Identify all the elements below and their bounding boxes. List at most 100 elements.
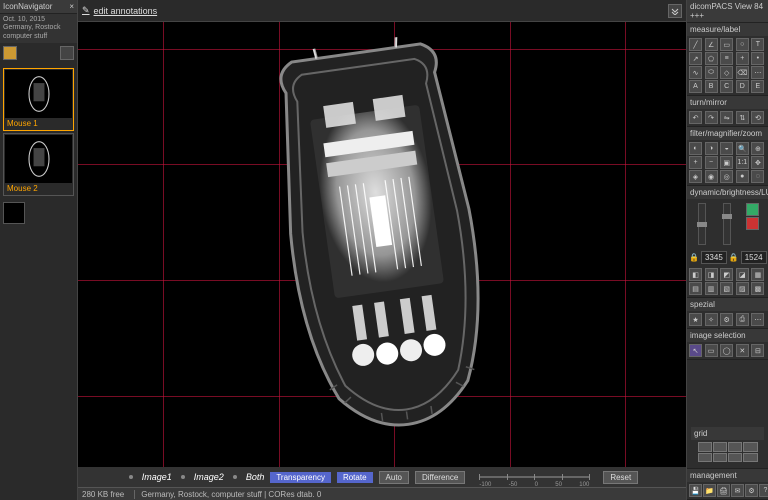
- zoom-fit-icon[interactable]: ▣: [720, 156, 733, 169]
- left-panel-header: IconNavigator ×: [0, 0, 77, 14]
- readout-left: 3345: [701, 251, 727, 264]
- tool-circle-icon[interactable]: ○: [736, 38, 749, 51]
- mgmt-5-icon[interactable]: ⚙: [745, 484, 758, 497]
- flip-h-icon[interactable]: ⇋: [720, 111, 733, 124]
- tool-c-icon[interactable]: C: [720, 80, 733, 93]
- rotate-button[interactable]: Rotate: [337, 472, 373, 483]
- select-5-icon[interactable]: ⊟: [751, 344, 764, 357]
- right-tools-panel: dicomPACS View 84 +++ measure/label ╱ ∠ …: [686, 0, 768, 500]
- filter-a-icon[interactable]: ◈: [689, 170, 702, 183]
- tab-collapse-icon[interactable]: [668, 4, 682, 18]
- tool-text-icon[interactable]: T: [751, 38, 764, 51]
- lut-4-icon[interactable]: ◪: [736, 268, 749, 281]
- thumbnail-small[interactable]: [3, 202, 25, 224]
- image1-label[interactable]: Image1: [142, 472, 172, 482]
- section-image-sel: image selection: [687, 329, 768, 342]
- difference-button[interactable]: Difference: [415, 471, 465, 484]
- tool-erase-icon[interactable]: ⌫: [736, 66, 749, 79]
- special-1-icon[interactable]: ★: [689, 313, 702, 326]
- section-measure: measure/label: [687, 23, 768, 36]
- rotate-left-icon[interactable]: ↶: [689, 111, 702, 124]
- special-3-icon[interactable]: ⚙: [720, 313, 733, 326]
- lock-icon-2[interactable]: 🔒: [729, 253, 739, 262]
- filter-c-icon[interactable]: ◎: [720, 170, 733, 183]
- section-turn: turn/mirror: [687, 96, 768, 109]
- filter-2-icon[interactable]: ◑: [705, 142, 718, 155]
- tool-more-icon[interactable]: ⋯: [751, 66, 764, 79]
- magnifier-icon[interactable]: 🔍: [736, 142, 749, 155]
- mgmt-3-icon[interactable]: 🖨: [717, 484, 730, 497]
- tool-rect-icon[interactable]: ▭: [720, 38, 733, 51]
- special-4-icon[interactable]: ⎙: [736, 313, 749, 326]
- auto-button[interactable]: Auto: [379, 471, 409, 484]
- zoom-out-icon[interactable]: −: [705, 156, 718, 169]
- xray-image: [221, 24, 543, 450]
- reset-button[interactable]: Reset: [603, 471, 638, 484]
- special-5-icon[interactable]: ⋯: [751, 313, 764, 326]
- filter-e-icon[interactable]: ◌: [751, 170, 764, 183]
- select-2-icon[interactable]: ▭: [705, 344, 718, 357]
- image2-label[interactable]: Image2: [194, 472, 224, 482]
- lut-green[interactable]: [746, 203, 759, 216]
- select-cursor-icon[interactable]: ↖: [689, 344, 702, 357]
- select-4-icon[interactable]: ✕: [736, 344, 749, 357]
- close-icon[interactable]: ×: [69, 2, 74, 11]
- lut-8-icon[interactable]: ▧: [720, 282, 733, 295]
- lut-red[interactable]: [746, 217, 759, 230]
- blend-slider[interactable]: -100-50050100: [479, 476, 589, 478]
- image-viewport[interactable]: [78, 22, 686, 467]
- lut-1-icon[interactable]: ◧: [689, 268, 702, 281]
- tool-ellipse-icon[interactable]: ⬭: [705, 66, 718, 79]
- select-3-icon[interactable]: ◯: [720, 344, 733, 357]
- mgmt-1-icon[interactable]: 💾: [689, 484, 702, 497]
- rotate-free-icon[interactable]: ⟲: [751, 111, 764, 124]
- tool-cross-icon[interactable]: +: [736, 52, 749, 65]
- tab-edit-annotations[interactable]: ✎ edit annotations: [82, 5, 157, 16]
- thumbnail-mouse-2[interactable]: Mouse 2: [3, 133, 74, 196]
- mgmt-6-icon[interactable]: ?: [759, 484, 768, 497]
- flip-v-icon[interactable]: ⇅: [736, 111, 749, 124]
- right-panel-header: dicomPACS View 84 +++: [687, 0, 768, 23]
- filter-d-icon[interactable]: ●: [736, 170, 749, 183]
- tool-angle-icon[interactable]: ∠: [705, 38, 718, 51]
- transparency-button[interactable]: Transparency: [270, 472, 331, 483]
- filter-3-icon[interactable]: ◒: [720, 142, 733, 155]
- filter-1-icon[interactable]: ◐: [689, 142, 702, 155]
- thumb-tool-2[interactable]: [60, 46, 74, 60]
- lut-10-icon[interactable]: ▩: [751, 282, 764, 295]
- rotate-right-icon[interactable]: ↷: [705, 111, 718, 124]
- lut-2-icon[interactable]: ◨: [705, 268, 718, 281]
- brightness-slider[interactable]: [698, 203, 706, 245]
- lut-9-icon[interactable]: ▨: [736, 282, 749, 295]
- lut-6-icon[interactable]: ▤: [689, 282, 702, 295]
- tool-curve-icon[interactable]: ∿: [689, 66, 702, 79]
- tool-roi-icon[interactable]: ◇: [720, 66, 733, 79]
- thumbnail-mouse-1[interactable]: Mouse 1: [3, 68, 74, 131]
- tool-poly-icon[interactable]: ⬠: [705, 52, 718, 65]
- tool-arrow-icon[interactable]: ↗: [689, 52, 702, 65]
- viewer-tabs: ✎ edit annotations: [78, 0, 686, 22]
- tool-b-icon[interactable]: B: [705, 80, 718, 93]
- tool-e-icon[interactable]: E: [751, 80, 764, 93]
- lut-7-icon[interactable]: ▥: [705, 282, 718, 295]
- pan-icon[interactable]: ✥: [751, 156, 764, 169]
- zoom-in-icon[interactable]: +: [689, 156, 702, 169]
- tool-a-icon[interactable]: A: [689, 80, 702, 93]
- filter-b-icon[interactable]: ◉: [705, 170, 718, 183]
- tool-point-icon[interactable]: •: [751, 52, 764, 65]
- mgmt-4-icon[interactable]: ✉: [731, 484, 744, 497]
- tool-d-icon[interactable]: D: [736, 80, 749, 93]
- zoom-1-1-icon[interactable]: 1:1: [736, 156, 749, 169]
- lut-3-icon[interactable]: ◩: [720, 268, 733, 281]
- zoom-icon[interactable]: ⊕: [751, 142, 764, 155]
- tool-line-icon[interactable]: ╱: [689, 38, 702, 51]
- grid-layout-picker[interactable]: [698, 442, 758, 462]
- lock-icon[interactable]: 🔒: [689, 253, 699, 262]
- lut-5-icon[interactable]: ▦: [751, 268, 764, 281]
- both-label[interactable]: Both: [246, 472, 265, 482]
- thumb-tool-1[interactable]: [3, 46, 17, 60]
- tool-ruler-icon[interactable]: ≡: [720, 52, 733, 65]
- mgmt-2-icon[interactable]: 📁: [703, 484, 716, 497]
- contrast-slider[interactable]: [723, 203, 731, 245]
- special-2-icon[interactable]: ✧: [705, 313, 718, 326]
